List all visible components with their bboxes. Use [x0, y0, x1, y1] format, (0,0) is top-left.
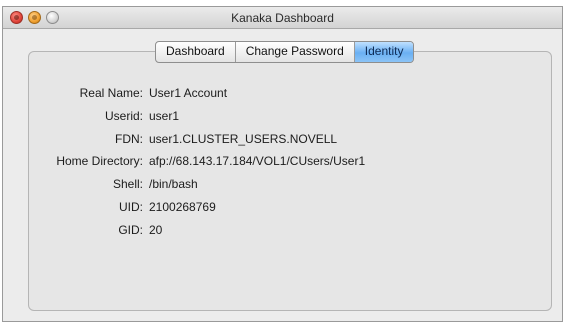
uid-value: 2100268769 — [149, 200, 216, 214]
tab-bar: Dashboard Change Password Identity — [155, 41, 415, 63]
gid-label: GID: — [118, 223, 143, 237]
app-window: Kanaka Dashboard Dashboard Change Passwo… — [2, 6, 563, 322]
title-bar[interactable]: Kanaka Dashboard — [3, 7, 562, 29]
window-title: Kanaka Dashboard — [231, 11, 334, 25]
tab-identity[interactable]: Identity — [354, 42, 414, 62]
real-name-label: Real Name: — [79, 86, 143, 100]
fdn-value: user1.CLUSTER_USERS.NOVELL — [149, 132, 338, 146]
tab-dashboard[interactable]: Dashboard — [156, 42, 236, 62]
real-name-value: User1 Account — [149, 86, 228, 100]
shell-value: /bin/bash — [149, 177, 198, 191]
userid-value: user1 — [149, 109, 180, 123]
tab-change-password[interactable]: Change Password — [236, 42, 355, 62]
userid-label: Userid: — [104, 109, 143, 123]
uid-label: UID: — [119, 200, 143, 214]
gid-value: 20 — [149, 223, 163, 237]
fdn-label: FDN: — [115, 132, 143, 146]
shell-label: Shell: — [112, 177, 143, 191]
home-directory-value: afp://68.143.17.184/VOL1/CUsers/User1 — [149, 154, 366, 168]
home-directory-label: Home Directory: — [56, 154, 143, 168]
